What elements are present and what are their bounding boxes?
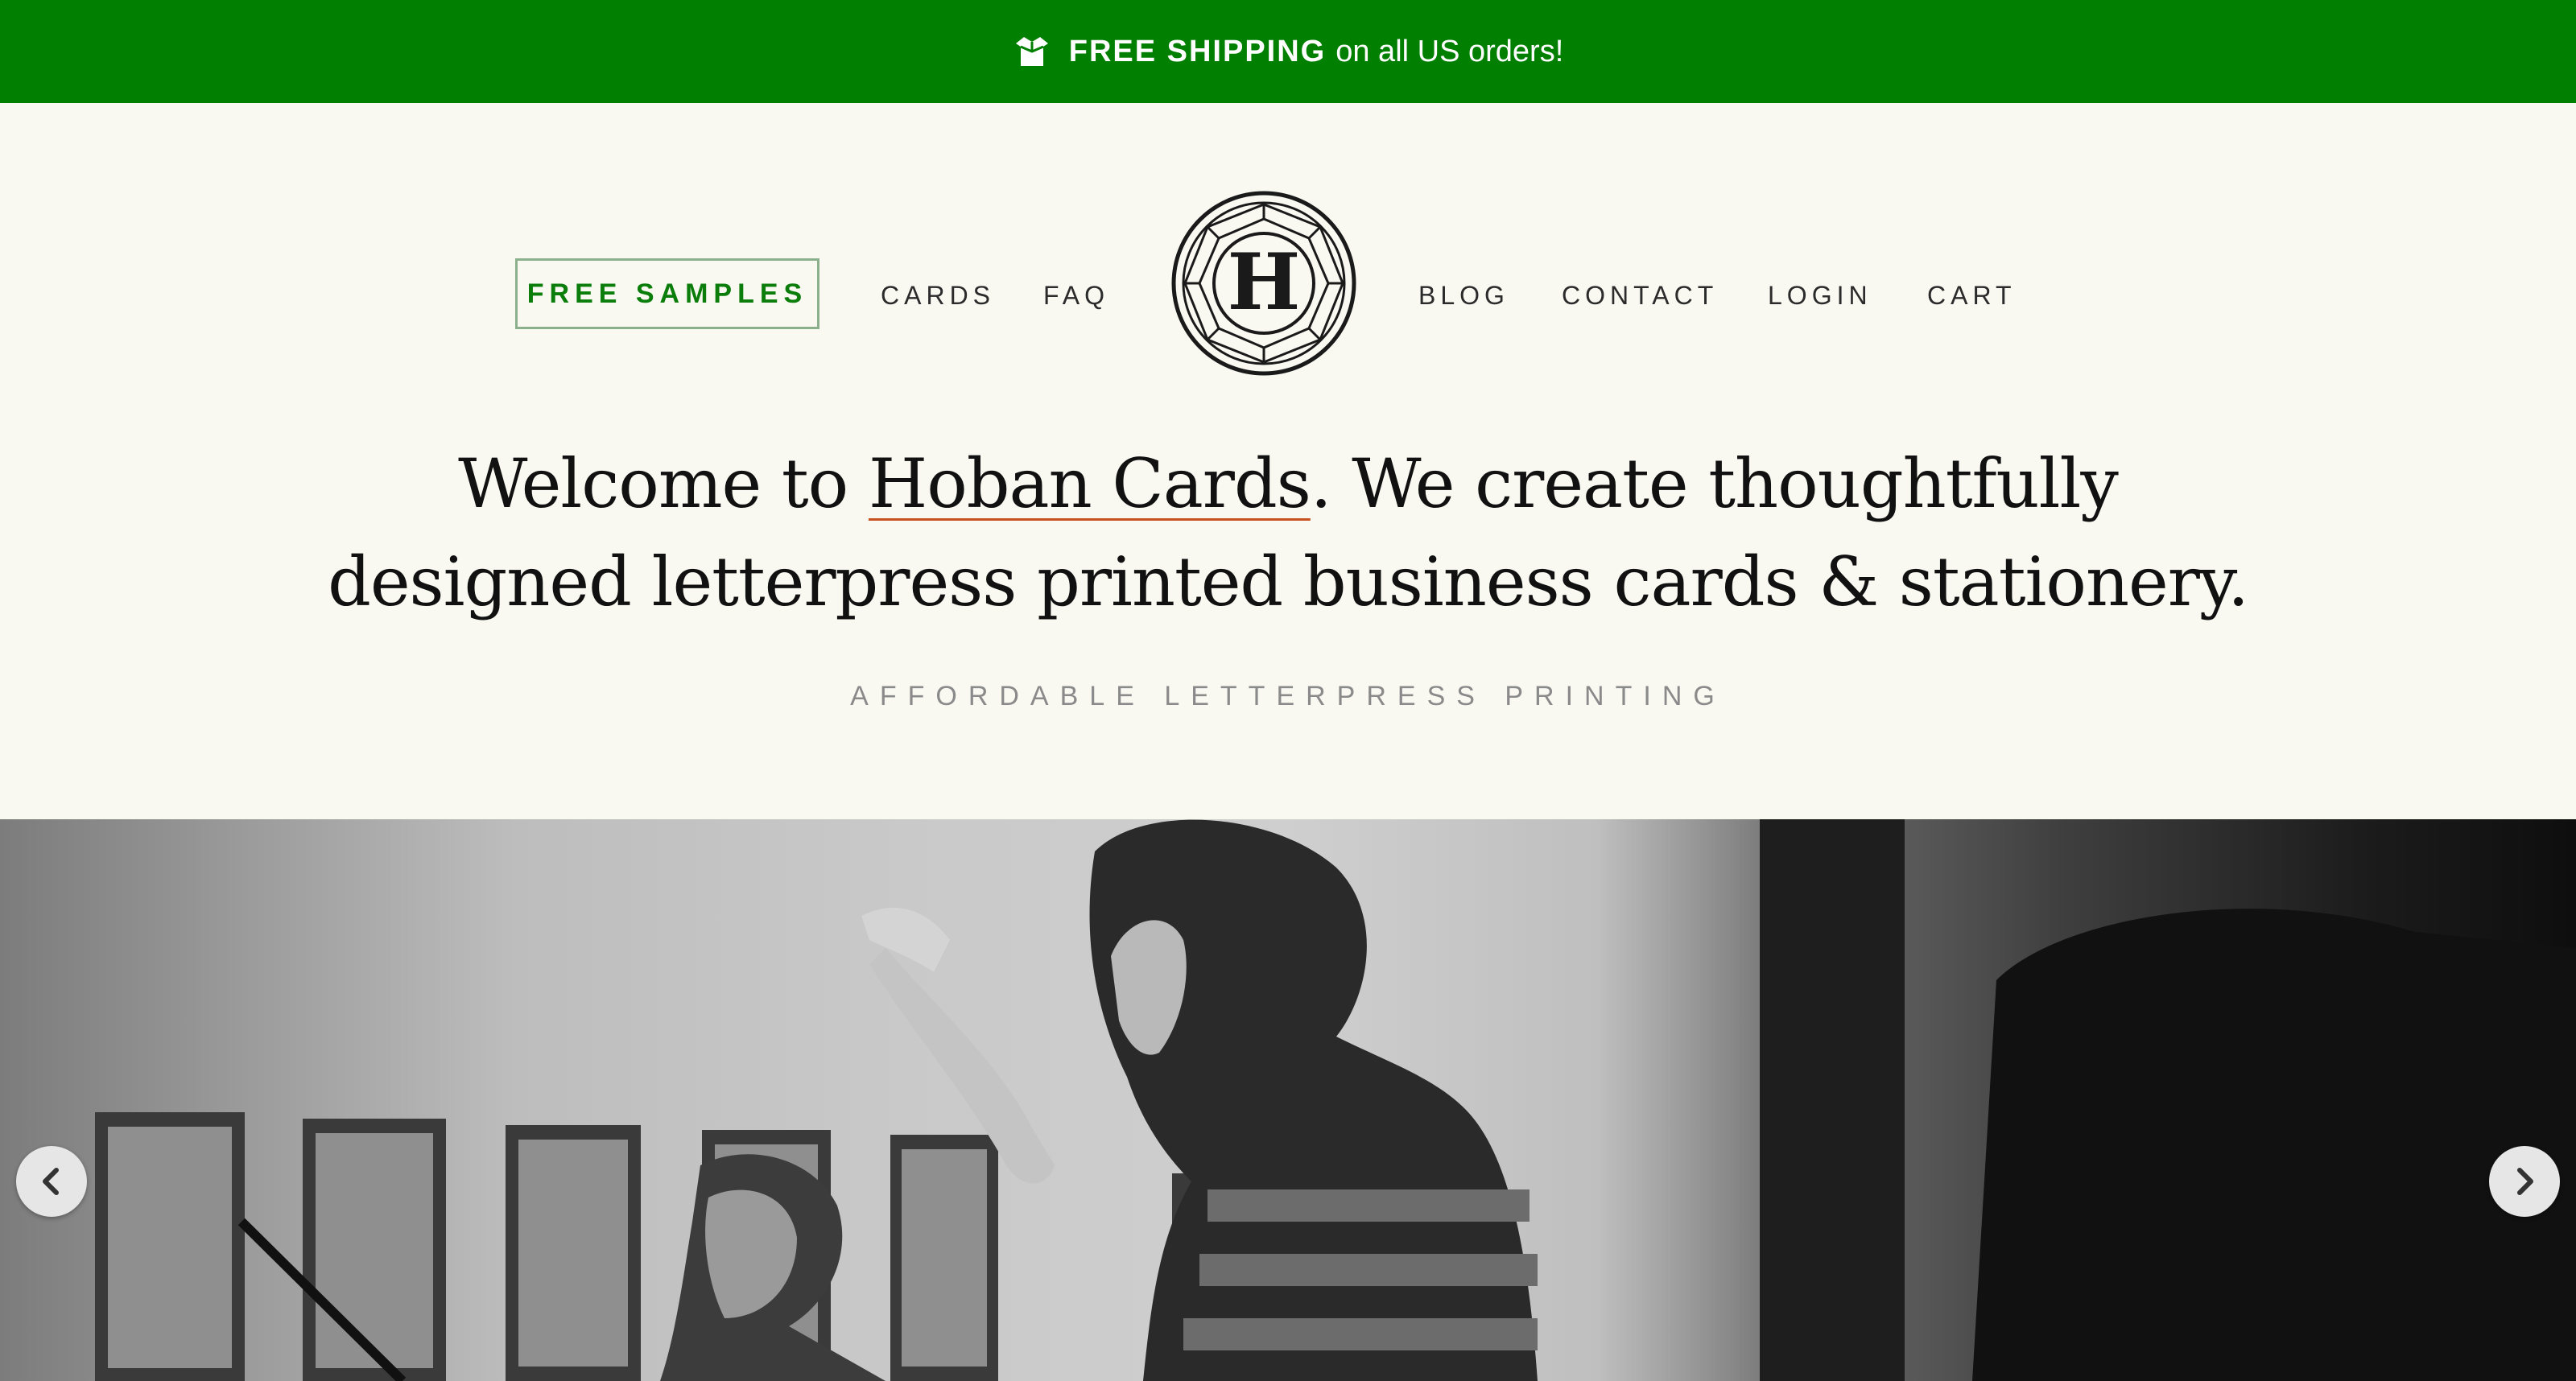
headline-line-1: Welcome to Hoban Cards. We create though… [0,435,2576,533]
nav-contact[interactable]: CONTACT [1562,281,1718,311]
logo-letter: H [1228,237,1301,328]
nav-cards[interactable]: CARDS [881,281,995,311]
hero-photo [0,819,2576,1381]
nav-cart[interactable]: CART [1927,281,2017,311]
free-samples-button[interactable]: FREE SAMPLES [515,258,819,329]
headline-line-2: designed letterpress printed business ca… [328,542,2249,621]
headline-prefix: Welcome to [458,444,869,523]
chevron-right-icon [2517,1168,2533,1195]
shipping-banner: FREE SHIPPING on all US orders! [0,0,2576,103]
hoban-logo-icon[interactable]: H [1170,190,1357,377]
headline-suffix: . We create thoughtfully [1310,444,2119,523]
carousel-prev-button[interactable] [16,1146,87,1217]
chevron-left-icon [43,1168,59,1195]
page-headline: Welcome to Hoban Cards. We create though… [0,435,2576,631]
hero-photo-illustration [95,819,2576,1381]
carousel-next-button[interactable] [2489,1146,2560,1217]
banner-text: on all US orders! [1335,34,1564,68]
nav-faq[interactable]: FAQ [1043,281,1109,311]
nav-blog[interactable]: BLOG [1418,281,1509,311]
tagline: AFFORDABLE LETTERPRESS PRINTING [850,681,1726,711]
banner-strong-text: FREE SHIPPING [1068,34,1327,68]
brand-link[interactable]: Hoban Cards [869,444,1311,523]
nav-login[interactable]: LOGIN [1768,281,1872,311]
box-icon [1015,37,1048,66]
